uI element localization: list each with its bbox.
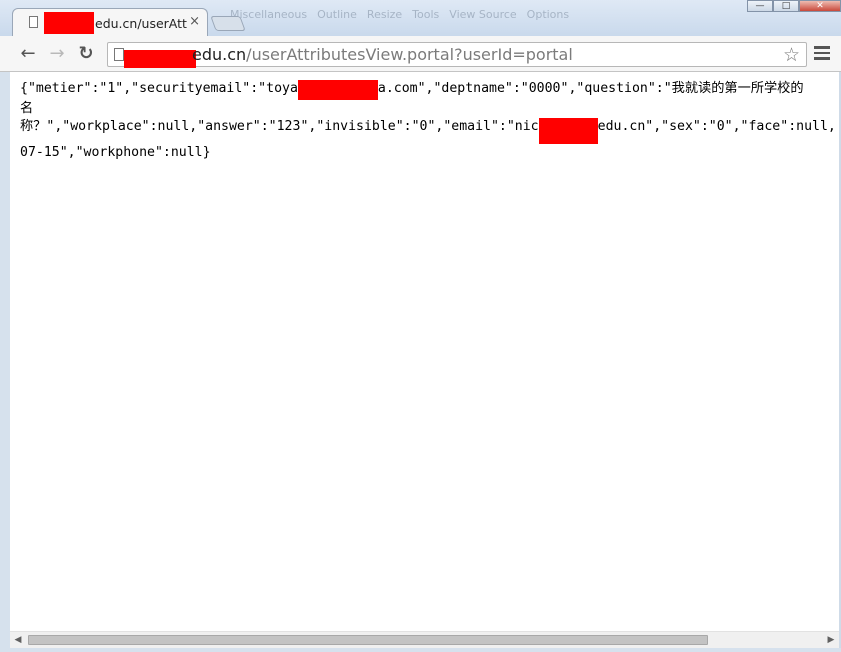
json-line-2: 名 <box>20 101 34 116</box>
browser-tab[interactable]: edu.cn/userAttr × <box>12 8 208 36</box>
json-line-3b: edu.cn","sex":"0","face":null, <box>597 119 836 134</box>
json-line-1a: {"metier":"1","securityemail":"toya <box>20 81 298 96</box>
url-host: edu.cn <box>192 45 247 64</box>
json-line-3a: 称？","workplace":null,"answer":"123","inv… <box>20 119 539 134</box>
window-frame-left <box>0 72 10 652</box>
ghost-item-miscellaneous: Miscellaneous <box>230 7 308 21</box>
title-bar: Miscellaneous Outline Resize Tools View … <box>0 0 841 36</box>
hamburger-menu-icon[interactable] <box>814 46 830 61</box>
maximize-button[interactable]: □ <box>773 0 799 12</box>
background-toolbar-ghost: Miscellaneous Outline Resize Tools View … <box>230 5 670 23</box>
new-tab-button[interactable] <box>210 16 246 31</box>
json-line-1b: a.com","deptname":"0000","question":"我就读… <box>377 81 804 96</box>
back-button[interactable]: ← <box>17 44 39 64</box>
reload-button[interactable]: ↻ <box>75 44 97 64</box>
redaction-box <box>124 50 196 68</box>
minimize-button[interactable]: — <box>747 0 773 12</box>
redaction-box <box>297 80 378 100</box>
tab-close-icon[interactable]: × <box>189 15 200 29</box>
url-text: edu.cn/userAttributesView.portal?userId=… <box>192 45 573 64</box>
horizontal-scrollbar[interactable]: ◀ ▶ <box>10 631 839 648</box>
page-icon <box>114 48 124 61</box>
ghost-item-view-source: View Source <box>449 7 517 21</box>
browser-toolbar: ← → ↻ edu.cn/userAttributesView.portal?u… <box>0 36 841 72</box>
scroll-left-icon[interactable]: ◀ <box>12 634 24 646</box>
page-icon <box>29 16 38 28</box>
scrollbar-thumb[interactable] <box>28 635 708 645</box>
star-icon[interactable]: ☆ <box>783 44 800 66</box>
json-line-4: 07-15","workphone":null} <box>20 145 211 160</box>
url-path: /userAttributesView.portal?userId=portal <box>246 45 573 64</box>
redaction-box <box>538 118 598 144</box>
tab-title: edu.cn/userAttr <box>95 16 187 31</box>
scroll-right-icon[interactable]: ▶ <box>825 634 837 646</box>
forward-button[interactable]: → <box>46 44 68 64</box>
window-frame-bottom <box>0 648 841 652</box>
json-response-text: {"metier":"1","securityemail":"toya a.com… <box>20 80 839 162</box>
close-window-button[interactable]: ✕ <box>799 0 841 12</box>
window-controls: — □ ✕ <box>747 0 841 12</box>
address-bar[interactable]: edu.cn/userAttributesView.portal?userId=… <box>107 42 807 68</box>
page-content: {"metier":"1","securityemail":"toya a.com… <box>10 72 839 631</box>
ghost-item-resize: Resize <box>366 7 403 21</box>
ghost-item-options: Options <box>526 7 570 21</box>
redaction-box <box>44 12 94 34</box>
ghost-item-tools: Tools <box>412 7 440 21</box>
ghost-item-outline: Outline <box>317 7 357 21</box>
